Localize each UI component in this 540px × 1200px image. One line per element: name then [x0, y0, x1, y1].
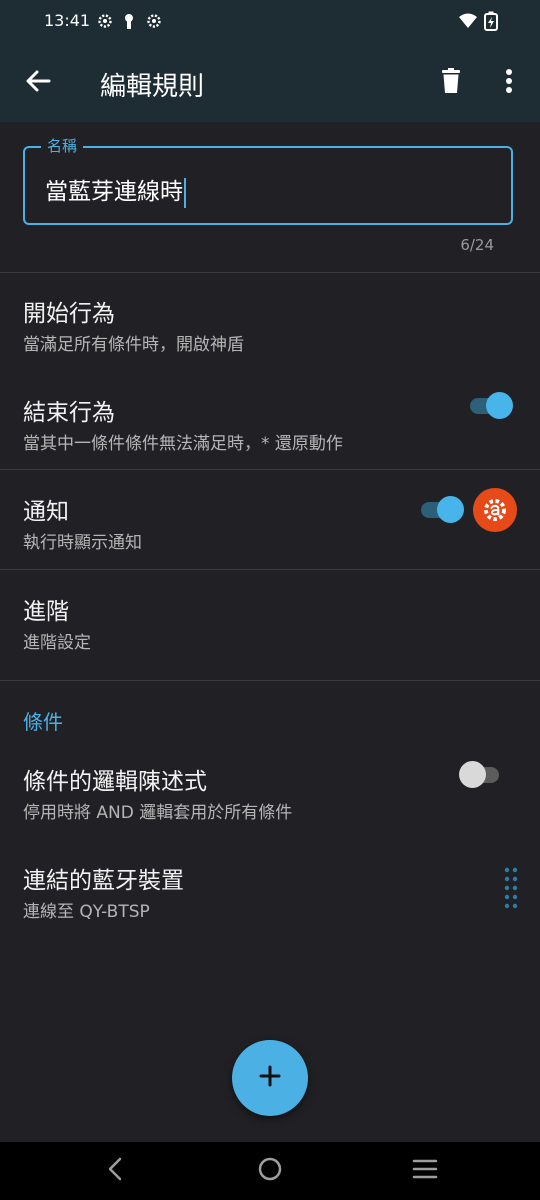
condition-logic-toggle[interactable]	[459, 760, 503, 788]
advanced-subtitle: 進階設定	[23, 633, 91, 653]
name-field-value: 當藍芽連線時	[45, 179, 183, 205]
name-field-value-wrap: 當藍芽連線時	[45, 172, 186, 208]
nav-back-icon	[107, 1157, 123, 1185]
plus-icon	[259, 1065, 281, 1091]
toggle-thumb	[459, 761, 486, 788]
nav-home-button[interactable]	[255, 1156, 285, 1186]
delete-button[interactable]	[431, 63, 471, 103]
name-field[interactable]: 名稱 當藍芽連線時	[23, 135, 513, 225]
conditions-header: 條件	[23, 710, 63, 734]
end-action-row[interactable]: 結束行為 當其中一條件條件無法滿足時，* 還原動作	[0, 393, 540, 463]
back-arrow-icon	[25, 69, 51, 97]
battery-charging-icon	[484, 11, 498, 31]
divider	[0, 569, 540, 570]
name-field-label: 名稱	[41, 135, 84, 156]
nav-back-button[interactable]	[100, 1156, 130, 1186]
app-bar: 編輯規則	[0, 44, 540, 122]
bluetooth-condition-row[interactable]: 連結的藍牙裝置 連線至 QY-BTSP	[0, 861, 540, 931]
advanced-title: 進階	[23, 599, 69, 625]
condition-logic-subtitle: 停用時將 AND 邏輯套用於所有條件	[23, 803, 293, 823]
notification-title: 通知	[23, 499, 69, 525]
text-caret	[184, 177, 186, 208]
notification-toggle[interactable]	[419, 495, 464, 523]
status-time: 13:41	[44, 11, 91, 30]
bluetooth-condition-subtitle: 連線至 QY-BTSP	[23, 902, 150, 922]
system-navigation-bar	[0, 1142, 540, 1200]
condition-logic-title: 條件的邏輯陳述式	[23, 769, 207, 795]
start-action-row[interactable]: 開始行為 當滿足所有條件時，開啟神盾	[0, 294, 540, 364]
add-condition-button[interactable]	[232, 1040, 308, 1116]
bluetooth-condition-title: 連結的藍牙裝置	[23, 868, 184, 894]
nav-recents-icon	[412, 1158, 438, 1184]
gear-icon	[96, 12, 114, 30]
advanced-row[interactable]: 進階 進階設定	[0, 592, 540, 662]
divider	[0, 680, 540, 681]
trash-icon	[441, 68, 461, 98]
start-action-title: 開始行為	[23, 301, 115, 327]
back-button[interactable]	[18, 63, 58, 103]
more-vert-icon	[505, 68, 513, 98]
end-action-title: 結束行為	[23, 400, 115, 426]
divider	[0, 272, 540, 273]
drag-handle-icon[interactable]	[504, 867, 518, 909]
status-bar: 13:41	[0, 0, 540, 44]
toggle-thumb	[437, 496, 464, 523]
app-badge-icon	[473, 488, 517, 532]
toggle-thumb	[486, 392, 513, 419]
end-action-toggle[interactable]	[468, 391, 513, 419]
page-title: 編輯規則	[100, 72, 205, 102]
keyhole-icon	[120, 12, 138, 30]
character-counter: 6/24	[460, 236, 494, 254]
nav-recents-button[interactable]	[410, 1156, 440, 1186]
divider	[0, 469, 540, 470]
notification-subtitle: 執行時顯示通知	[23, 533, 142, 553]
start-action-subtitle: 當滿足所有條件時，開啟神盾	[23, 335, 244, 355]
end-action-subtitle: 當其中一條件條件無法滿足時，* 還原動作	[23, 434, 343, 454]
wifi-icon	[458, 12, 478, 30]
more-options-button[interactable]	[489, 63, 529, 103]
nav-home-icon	[257, 1156, 283, 1186]
settings-icon	[145, 12, 163, 30]
